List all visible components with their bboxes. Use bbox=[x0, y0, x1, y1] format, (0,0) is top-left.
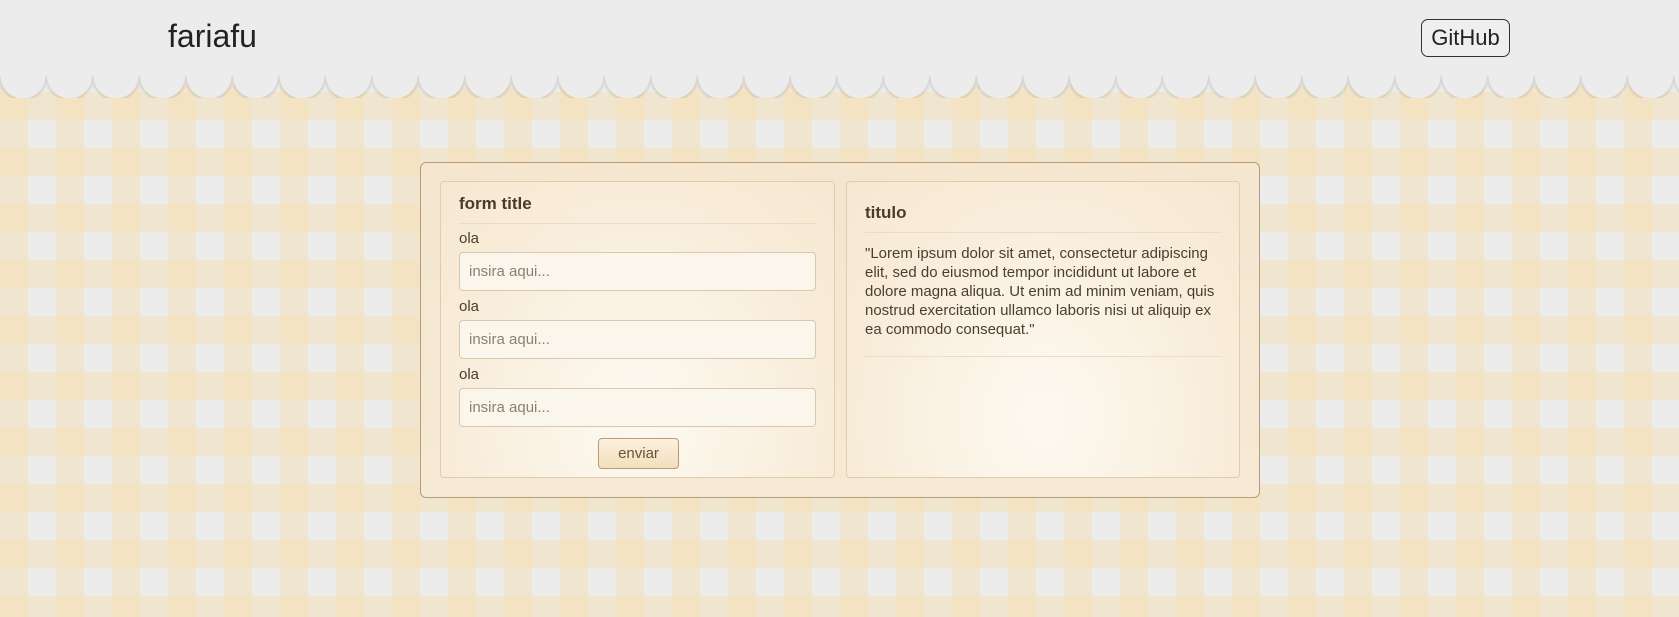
field-label-2: ola bbox=[459, 298, 480, 315]
github-button[interactable]: GitHub bbox=[1421, 19, 1510, 57]
field-label-3: ola bbox=[459, 366, 480, 383]
text-card: titulo "Lorem ipsum dolor sit amet, cons… bbox=[846, 181, 1240, 478]
text-input-3[interactable] bbox=[459, 388, 816, 427]
text-input-1[interactable] bbox=[459, 252, 816, 291]
text-input-2[interactable] bbox=[459, 320, 816, 359]
submit-button[interactable]: enviar bbox=[598, 438, 679, 469]
brand-title[interactable]: fariafu bbox=[168, 18, 257, 55]
form-card: form title ola ola ola enviar bbox=[440, 181, 835, 478]
text-card-title: titulo bbox=[865, 203, 907, 222]
text-card-bottom-divider bbox=[865, 356, 1221, 357]
scalloped-border bbox=[0, 76, 1679, 98]
form-title: form title bbox=[459, 194, 532, 213]
top-navbar: fariafu GitHub bbox=[0, 0, 1679, 84]
text-card-body: "Lorem ipsum dolor sit amet, consectetur… bbox=[865, 245, 1215, 338]
field-label-1: ola bbox=[459, 230, 480, 247]
form-title-divider bbox=[459, 223, 816, 224]
main-panel: form title ola ola ola enviar titulo "Lo… bbox=[420, 162, 1260, 498]
text-card-title-divider bbox=[865, 232, 1221, 233]
